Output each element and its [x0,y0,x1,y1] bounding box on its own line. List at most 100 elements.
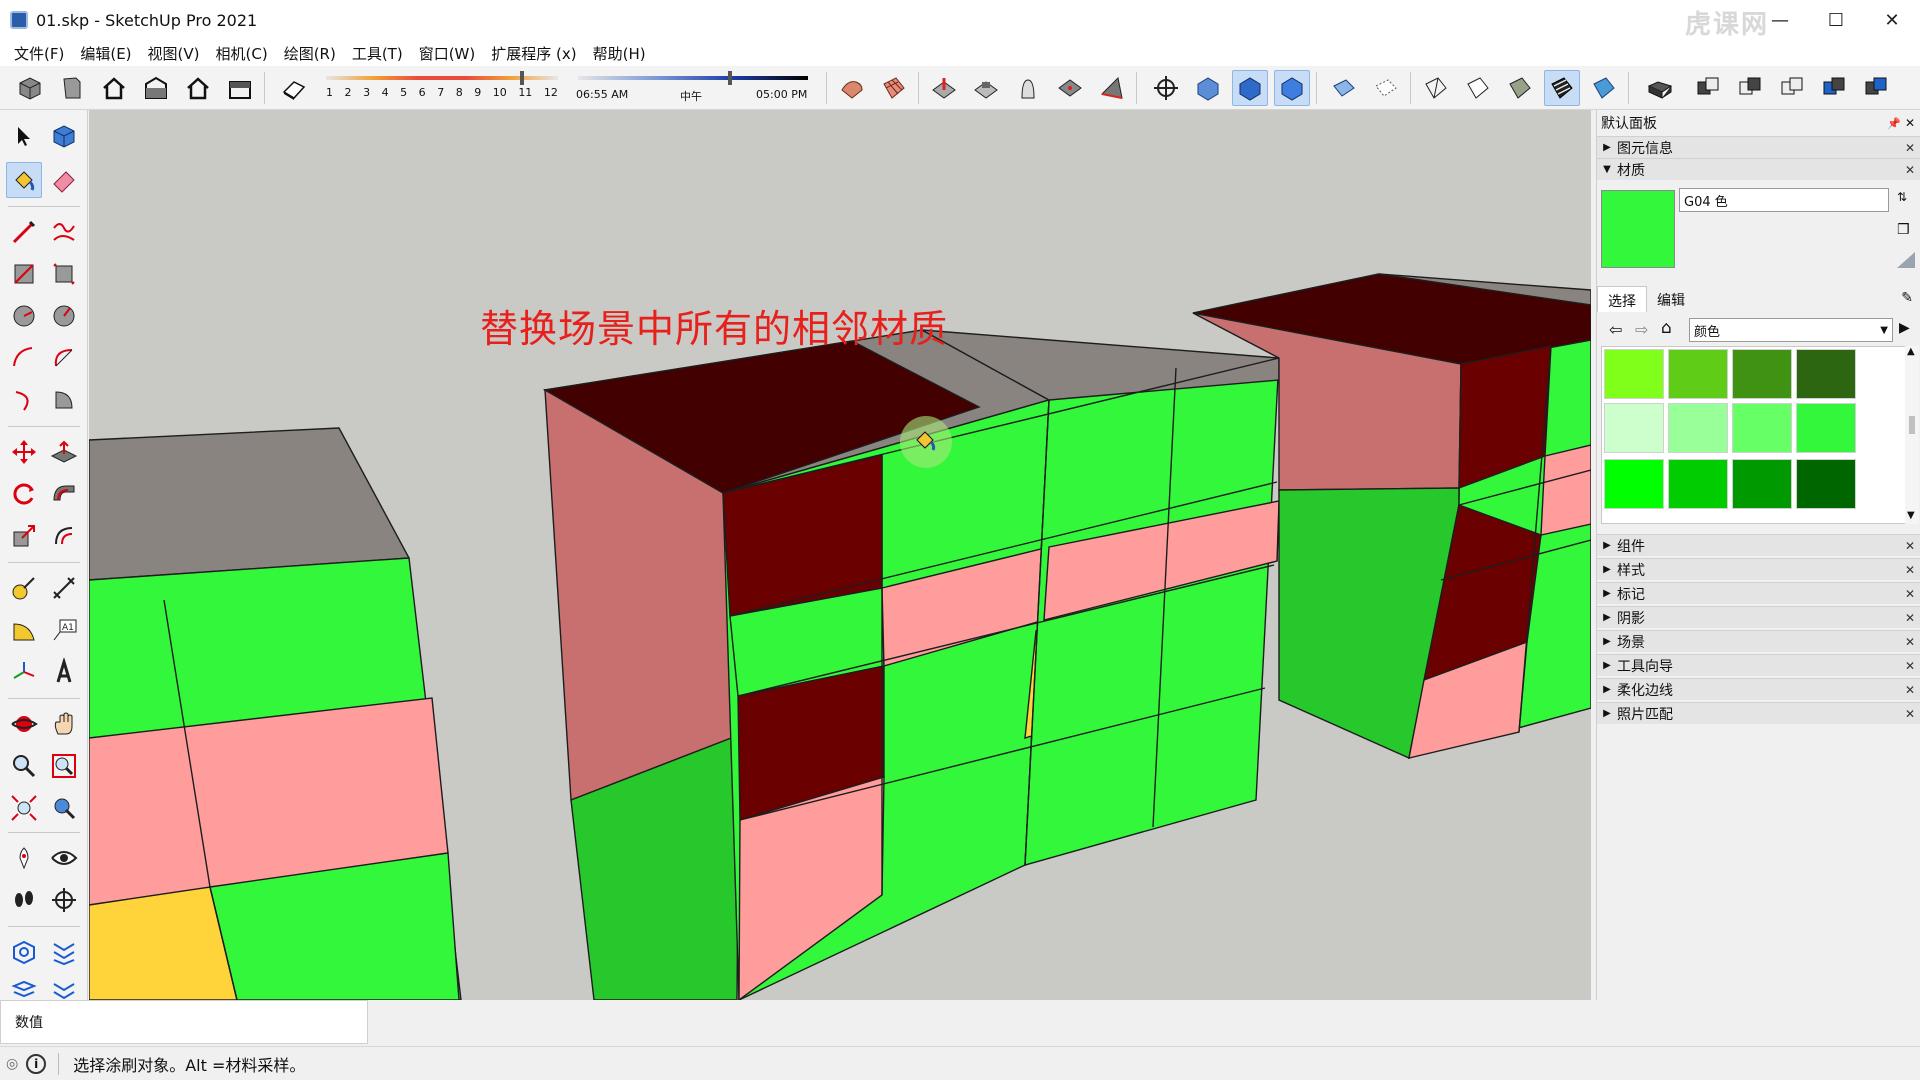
menu-extensions[interactable]: 扩展程序 (x) [483,43,584,64]
close-icon[interactable]: ✕ [1905,563,1915,577]
material-swatch[interactable] [1732,459,1792,509]
menu-help[interactable]: 帮助(H) [585,43,654,64]
make-component-icon[interactable] [46,118,82,154]
tab-edit[interactable]: 编辑 [1647,286,1695,312]
time-slider[interactable]: 06:55 AM 中午 05:00 PM [576,70,810,106]
material-swatch[interactable] [1604,459,1664,509]
top-view-icon[interactable] [54,70,90,106]
menu-tools[interactable]: 工具(T) [344,43,411,64]
scroll-up-icon[interactable]: ▲ [1907,346,1915,357]
protractor-icon[interactable] [6,612,42,648]
follow-me-icon[interactable] [46,476,82,512]
axes-tool-icon[interactable] [6,654,42,690]
paint-bucket-icon[interactable] [6,162,42,198]
back-edges-style-icon[interactable] [1368,70,1404,106]
sandbox-from-scratch-icon[interactable] [876,70,912,106]
stamp-icon[interactable] [968,70,1004,106]
tags-header[interactable]: ▶ 标记 ✕ [1597,582,1920,604]
warehouse-icon[interactable] [6,934,42,970]
hidden-line-style-icon[interactable] [1460,70,1496,106]
union-icon[interactable] [1774,70,1810,106]
geo-location-icon[interactable]: ◎ [6,1056,18,1072]
match-photo-header[interactable]: ▶ 照片匹配 ✕ [1597,702,1920,724]
close-icon[interactable]: ✕ [1905,141,1915,155]
menu-view[interactable]: 视图(V) [140,43,208,64]
material-category-select[interactable]: 颜色 ▼ [1689,318,1893,342]
offset-tool-icon[interactable] [46,518,82,554]
group-components-icon[interactable] [1642,70,1678,106]
shadows-toggle-icon[interactable] [276,70,312,106]
time-slider-thumb[interactable] [728,71,732,85]
maximize-button[interactable]: ☐ [1808,0,1864,40]
outer-shell-icon[interactable] [1690,70,1726,106]
menu-edit[interactable]: 编辑(E) [72,43,139,64]
display-section-planes-icon[interactable] [1190,70,1226,106]
entity-info-header[interactable]: ▶ 图元信息 ✕ [1597,136,1920,158]
close-icon[interactable]: ✕ [1905,539,1915,553]
close-icon[interactable]: ✕ [1905,683,1915,697]
look-around-icon[interactable] [46,840,82,876]
details-arrow-icon[interactable]: ▶ [1899,320,1910,336]
shadows-header[interactable]: ▶ 阴影 ✕ [1597,606,1920,628]
shaded-with-textures-icon[interactable] [1544,70,1580,106]
material-swatch[interactable] [1796,403,1856,453]
tab-select[interactable]: 选择 [1597,286,1647,312]
current-material-swatch[interactable] [1601,190,1675,268]
line-tool-icon[interactable] [6,214,42,250]
text-tool-icon[interactable]: A1 [46,612,82,648]
tray-close-icon[interactable]: ✕ [1905,116,1915,130]
close-icon[interactable]: ✕ [1905,611,1915,625]
back-arrow-icon[interactable]: ⇦ [1609,320,1622,339]
drape-icon[interactable] [1010,70,1046,106]
flip-edge-icon[interactable] [1094,70,1130,106]
month-slider-thumb[interactable] [520,71,524,85]
menu-draw[interactable]: 绘图(R) [276,43,344,64]
right-view-icon[interactable] [138,70,174,106]
material-swatch[interactable] [1796,459,1856,509]
scrollbar-thumb[interactable] [1909,416,1915,434]
create-material-icon[interactable]: ❒ [1897,222,1915,240]
orbit-tool-icon[interactable] [6,706,42,742]
menu-camera[interactable]: 相机(C) [208,43,276,64]
front-view-icon[interactable] [96,70,132,106]
intersect-icon[interactable] [1732,70,1768,106]
menu-window[interactable]: 窗口(W) [411,43,484,64]
3d-text-icon[interactable] [46,654,82,690]
extension-warehouse-icon[interactable] [46,934,82,970]
smoove-icon[interactable] [926,70,962,106]
left-view-icon[interactable] [222,70,258,106]
rectangle-tool-icon[interactable] [6,256,42,292]
select-tool-icon[interactable] [6,118,42,154]
eyedropper-icon[interactable]: ✎ [1901,290,1913,306]
polygon-tool-icon[interactable] [46,298,82,334]
circle-tool-icon[interactable] [6,298,42,334]
rotate-tool-icon[interactable] [6,476,42,512]
close-button[interactable]: ✕ [1864,0,1920,40]
section-plane-icon[interactable] [1148,70,1184,106]
display-section-fill-icon[interactable] [1274,70,1310,106]
zoom-extents-icon[interactable] [6,790,42,826]
back-view-icon[interactable] [180,70,216,106]
material-swatch[interactable] [1668,349,1728,399]
swatch-scrollbar[interactable]: ▲ ▼ [1905,346,1919,524]
scenes-header[interactable]: ▶ 场景 ✕ [1597,630,1920,652]
pie-tool-icon[interactable] [46,382,82,418]
styles-header[interactable]: ▶ 样式 ✕ [1597,558,1920,580]
freehand-tool-icon[interactable] [46,214,82,250]
scroll-down-icon[interactable]: ▼ [1907,510,1915,521]
close-icon[interactable]: ✕ [1905,635,1915,649]
components-header[interactable]: ▶ 组件 ✕ [1597,534,1920,556]
instructor-info-icon[interactable]: i [26,1053,47,1074]
close-icon[interactable]: ✕ [1905,587,1915,601]
subtract-icon[interactable] [1816,70,1852,106]
material-swatch[interactable] [1732,349,1792,399]
menu-file[interactable]: 文件(F) [6,43,72,64]
two-point-arc-icon[interactable] [46,340,82,376]
xray-style-icon[interactable] [1326,70,1362,106]
tape-measure-icon[interactable] [6,570,42,606]
model-viewport[interactable]: 替换场景中所有的相邻材质 [89,110,1591,1000]
material-swatch[interactable] [1796,349,1856,399]
material-swatch[interactable] [1604,349,1664,399]
measurements-box[interactable]: 数值 [0,1000,368,1044]
instructor-header[interactable]: ▶ 工具向导 ✕ [1597,654,1920,676]
